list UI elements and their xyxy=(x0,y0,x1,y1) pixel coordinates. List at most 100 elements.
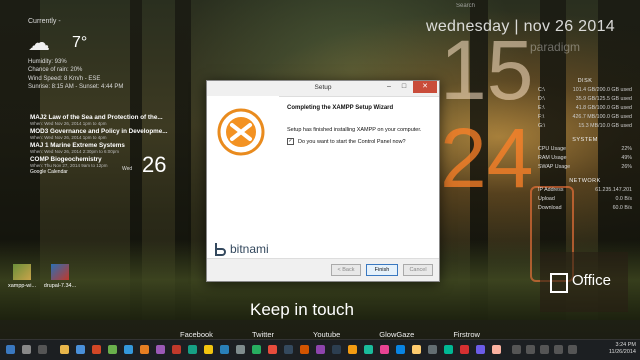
disk-row: E:\ 41.8 GB/100.0 GB used xyxy=(538,104,632,113)
app-icon[interactable] xyxy=(284,345,293,354)
app-icon[interactable] xyxy=(204,345,213,354)
social-links: Facebook Twitter Youtube GlowGaze Firstr… xyxy=(180,330,480,339)
minimize-button[interactable]: – xyxy=(382,81,396,93)
network-value: 60.0 B/s xyxy=(612,205,632,211)
installer-icon xyxy=(13,264,31,280)
app-icon[interactable] xyxy=(428,345,437,354)
tray-icon[interactable] xyxy=(526,345,535,354)
tray-icon[interactable] xyxy=(540,345,549,354)
disk-row: G:\ 15.3 MB/10.0 GB used xyxy=(538,122,632,131)
app-icon[interactable] xyxy=(220,345,229,354)
app-icon[interactable] xyxy=(236,345,245,354)
checkbox-check-icon[interactable]: ✓ xyxy=(287,138,294,145)
desktop-icon-drupal[interactable]: drupal-7.34... xyxy=(40,264,80,289)
weather-temperature: 7° xyxy=(72,34,88,51)
desktop-icon-xampp[interactable]: xampp-wi... xyxy=(2,264,42,289)
calendar-event-title[interactable]: MAJ2 Law of the Sea and Protection of th… xyxy=(30,114,170,121)
weather-currently-label: Currently - xyxy=(28,18,61,25)
tray-icon[interactable] xyxy=(568,345,577,354)
app-icon[interactable] xyxy=(412,345,421,354)
weather-wind: Wind Speed: 8 Km/h - ESE xyxy=(28,75,101,82)
network-row: Upload 0.0 B/s xyxy=(538,195,632,204)
app-icon[interactable] xyxy=(92,345,101,354)
app-icon[interactable] xyxy=(476,345,485,354)
app-icon[interactable] xyxy=(300,345,309,354)
disk-row: C:\ 101.4 GB/200.0 GB used xyxy=(538,86,632,95)
close-button[interactable]: ✕ xyxy=(413,81,437,93)
office-tile[interactable]: Office xyxy=(540,252,628,312)
tray-icon[interactable] xyxy=(554,345,563,354)
social-link-youtube[interactable]: Youtube xyxy=(313,330,340,339)
app-icon[interactable] xyxy=(348,345,357,354)
calendar-day-number: 26 xyxy=(142,152,167,177)
office-icon xyxy=(550,273,568,293)
social-link-firstrow[interactable]: Firstrow xyxy=(453,330,480,339)
app-icon[interactable] xyxy=(380,345,389,354)
ie-icon[interactable] xyxy=(76,345,85,354)
dialog-side-panel: bitnami xyxy=(207,96,279,259)
clock-hour: 15 xyxy=(440,23,534,117)
taskbar: 3:24 PM 11/26/2014 xyxy=(0,339,640,360)
app-icon[interactable] xyxy=(140,345,149,354)
wizard-body-text: Setup has finished installing XAMPP on y… xyxy=(287,127,422,133)
usage-value: 49% xyxy=(621,155,632,161)
start-control-panel-checkbox[interactable]: ✓ Do you want to start the Control Panel… xyxy=(287,138,433,145)
social-link-facebook[interactable]: Facebook xyxy=(180,330,213,339)
start-icon[interactable] xyxy=(6,345,15,354)
network-value: 0.0 B/s xyxy=(615,196,633,202)
calendar-event-when: When: Wed Nov 26, 2014 1pm to 4pm xyxy=(30,121,107,126)
tray-icon[interactable] xyxy=(512,345,521,354)
app-icon[interactable] xyxy=(252,345,261,354)
dialog-content: Completing the XAMPP Setup Wizard Setup … xyxy=(287,96,433,259)
search-hint[interactable]: Search xyxy=(456,3,475,9)
cloud-rain-icon: ☁ xyxy=(28,30,50,55)
power-icon[interactable] xyxy=(38,345,47,354)
usage-value: 22% xyxy=(621,146,632,152)
social-link-glowgaze[interactable]: GlowGaze xyxy=(379,330,414,339)
app-icon[interactable] xyxy=(108,345,117,354)
calendar-event-title[interactable]: MAJ 1 Marine Extreme Systems xyxy=(30,142,170,149)
search-icon[interactable] xyxy=(22,345,31,354)
finish-button[interactable]: Finish xyxy=(366,264,398,276)
app-icon[interactable] xyxy=(268,345,277,354)
app-icon[interactable] xyxy=(156,345,165,354)
calendar-event-title[interactable]: MOD3 Governance and Policy in Developme.… xyxy=(30,128,170,135)
weather-sun-times: Sunrise: 8:15 AM - Sunset: 4:44 PM xyxy=(28,83,124,90)
disk-name: D:\ xyxy=(538,96,545,102)
back-button[interactable]: < Back xyxy=(331,264,361,276)
file-explorer-icon[interactable] xyxy=(60,345,69,354)
app-icon[interactable] xyxy=(172,345,181,354)
system-header: SYSTEM xyxy=(572,137,598,143)
calendar-day-name: Wed xyxy=(122,166,133,172)
disk-name: E:\ xyxy=(538,105,545,111)
weather-humidity: Humidity: 93% xyxy=(28,59,67,65)
disk-value: 35.9 GB/125.5 GB used xyxy=(575,96,632,102)
dialog-titlebar[interactable]: Setup – □ ✕ xyxy=(207,81,439,97)
app-icon[interactable] xyxy=(460,345,469,354)
app-icon[interactable] xyxy=(364,345,373,354)
taskbar-date: 11/26/2014 xyxy=(608,349,636,355)
desktop-icon-label: xampp-wi... xyxy=(7,283,37,289)
network-name: IP Address xyxy=(538,187,564,193)
usage-name: SWAP Usage xyxy=(538,164,571,170)
archive-icon xyxy=(51,264,69,280)
weather-widget: Currently - ☁ 7° Humidity: 93% Chance of… xyxy=(28,18,168,90)
app-icon[interactable] xyxy=(316,345,325,354)
weather-rain-chance: Chance of rain: 20% xyxy=(28,67,83,74)
disk-row: F:\ 426.7 MB/100.0 GB used xyxy=(538,113,632,122)
app-icon[interactable] xyxy=(444,345,453,354)
app-icon[interactable] xyxy=(124,345,133,354)
maximize-button[interactable]: □ xyxy=(397,81,411,93)
keep-in-touch-heading: Keep in touch xyxy=(250,300,354,319)
cancel-button[interactable]: Cancel xyxy=(403,264,433,276)
app-icon[interactable] xyxy=(332,345,341,354)
app-icon[interactable] xyxy=(396,345,405,354)
social-link-twitter[interactable]: Twitter xyxy=(252,330,274,339)
disk-name: F:\ xyxy=(538,114,545,120)
app-icon[interactable] xyxy=(492,345,501,354)
app-icon[interactable] xyxy=(188,345,197,354)
desktop-icon-label: drupal-7.34... xyxy=(43,283,77,289)
taskbar-clock[interactable]: 3:24 PM 11/26/2014 xyxy=(609,342,636,356)
disk-row: D:\ 35.9 GB/125.5 GB used xyxy=(538,95,632,104)
disk-value: 426.7 MB/100.0 GB used xyxy=(572,114,632,120)
